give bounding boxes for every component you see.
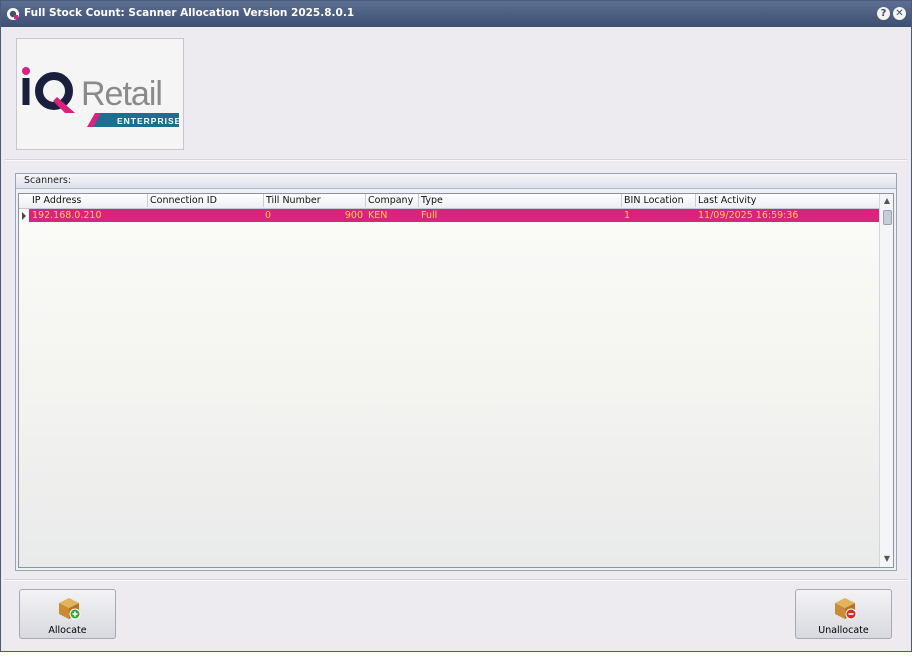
scrollbar-thumb[interactable] xyxy=(883,210,892,225)
scroll-up-arrow-icon[interactable]: ▲ xyxy=(882,196,892,206)
column-company[interactable]: Company xyxy=(368,195,413,206)
cell-type: Full xyxy=(421,210,438,221)
company-logo: Retail ENTERPRISE xyxy=(16,38,184,150)
column-last-activity[interactable]: Last Activity xyxy=(698,195,756,206)
app-icon xyxy=(7,8,19,20)
box-remove-icon xyxy=(835,598,857,620)
cell-bin-location: 1 xyxy=(624,210,631,221)
column-till-number[interactable]: Till Number xyxy=(266,195,321,206)
column-type[interactable]: Type xyxy=(421,195,443,206)
scanner-allocation-window: Full Stock Count: Scanner Allocation Ver… xyxy=(0,0,912,652)
scanners-panel-header: Scanners: xyxy=(16,174,896,189)
close-circle-icon: ✕ xyxy=(895,8,904,19)
column-divider xyxy=(147,194,148,207)
cell-till-number: 900 xyxy=(344,210,363,221)
row-indicator-arrow-icon xyxy=(22,212,26,220)
allocate-button-label: Allocate xyxy=(48,625,87,636)
unallocate-button[interactable]: Unallocate xyxy=(795,589,892,639)
allocate-button[interactable]: Allocate xyxy=(19,589,116,639)
cell-ip-address: 192.168.0.210 xyxy=(32,210,102,221)
table-row[interactable]: 192.168.0.210 0 900 KEN Full 1 11/09/202… xyxy=(29,209,879,222)
footer-separator xyxy=(5,579,907,581)
grid-body: IP Address Connection ID Till Number Com… xyxy=(19,194,879,567)
unallocate-button-label: Unallocate xyxy=(818,625,869,636)
logo-retail-text: Retail xyxy=(81,75,162,113)
scanners-panel-title: Scanners: xyxy=(24,175,72,186)
logo-tagline: ENTERPRISE xyxy=(117,116,181,126)
vertical-scrollbar[interactable]: ▲ ▼ xyxy=(879,194,893,567)
cell-last-activity: 11/09/2025 16:59:36 xyxy=(698,210,799,221)
help-button[interactable]: ? xyxy=(877,7,890,20)
window-title: Full Stock Count: Scanner Allocation Ver… xyxy=(24,7,355,19)
grid-column-headers: IP Address Connection ID Till Number Com… xyxy=(19,194,879,209)
column-bin-location[interactable]: BIN Location xyxy=(624,195,684,206)
column-divider xyxy=(365,194,366,207)
cell-company: KEN xyxy=(368,210,388,221)
question-circle-icon: ? xyxy=(880,8,887,19)
scanners-grid[interactable]: IP Address Connection ID Till Number Com… xyxy=(18,193,894,568)
column-connection-id[interactable]: Connection ID xyxy=(150,195,217,206)
title-bar: Full Stock Count: Scanner Allocation Ver… xyxy=(1,1,911,27)
scroll-down-arrow-icon[interactable]: ▼ xyxy=(882,554,892,564)
column-divider xyxy=(418,194,419,207)
iq-retail-logo: Retail ENTERPRISE xyxy=(22,67,181,127)
scanners-panel: Scanners: IP Address Connection ID Till … xyxy=(15,173,897,571)
column-ip-address[interactable]: IP Address xyxy=(32,195,81,206)
cell-connection-id: 0 xyxy=(264,210,271,221)
header-separator xyxy=(5,159,907,161)
column-divider xyxy=(263,194,264,207)
column-divider xyxy=(695,194,696,207)
column-divider xyxy=(621,194,622,207)
box-add-icon xyxy=(59,598,81,620)
close-button[interactable]: ✕ xyxy=(893,7,906,20)
